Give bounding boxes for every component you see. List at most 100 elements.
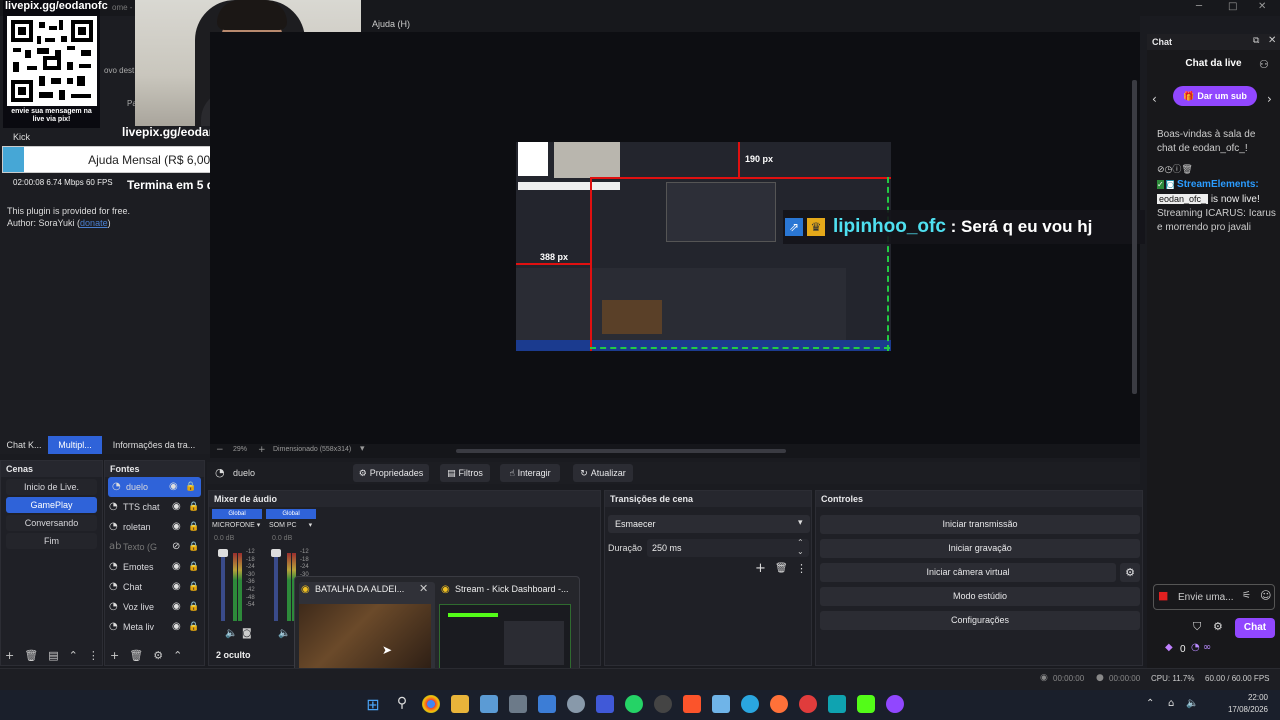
chat-send-button[interactable]: Chat [1235,618,1275,638]
close-icon[interactable]: ✕ [1258,1,1266,12]
mixer-slider-handle-2[interactable] [271,549,281,557]
vivaldi-icon[interactable] [799,695,817,713]
more-icon[interactable]: ⋮ [796,562,807,575]
chevron-left-icon[interactable]: ‹ [1152,92,1157,106]
mixer-slider-handle-1[interactable] [218,549,228,557]
float-icon[interactable]: ⧉ [1253,36,1259,46]
zoom-out-icon[interactable]: − [216,445,224,455]
filters-button[interactable]: ▤ Filtros [440,464,490,482]
kick-icon[interactable] [857,695,875,713]
interact-button[interactable]: ☝ Interagir [500,464,560,482]
edge-icon[interactable] [741,695,759,713]
visibility-eye-icon[interactable]: ◉ [169,477,185,497]
network-icon[interactable]: ⌂ [1168,698,1174,709]
lock-icon[interactable]: 🔒 [188,497,204,517]
preview-scrollbar[interactable] [456,449,786,453]
speaker-icon[interactable]: 🔈 [278,628,290,639]
tab-multiplataforma[interactable]: Multipl... [48,436,102,454]
start-streaming-button[interactable]: Iniciar transmissão [820,515,1140,534]
lock-icon[interactable]: 🔒 [188,537,204,557]
monitor-icon[interactable] [538,695,556,713]
lock-icon[interactable]: 🔒 [188,517,204,537]
visibility-eye-icon[interactable]: ◉ [172,577,188,597]
shield-icon[interactable]: ⛉ [1193,620,1201,634]
lock-icon[interactable]: 🔒 [188,577,204,597]
add-icon[interactable]: + [110,649,119,662]
preview-vscrollbar[interactable] [1132,80,1137,394]
source-item[interactable]: ◔ TTS chat ◉ 🔒 [105,497,204,517]
lock-icon[interactable]: 🔒 [188,557,204,577]
scene-item-active[interactable]: GamePlay [6,497,97,513]
users-icon[interactable]: ⚇ [1259,58,1269,71]
source-item[interactable]: ◔ Meta liv ◉ 🔒 [105,617,204,637]
scene-item[interactable]: Inicio de Live. [6,479,97,495]
visibility-eye-icon[interactable]: ◉ [172,557,188,577]
source-item[interactable]: ab Texto (G ⊘ 🔒 [105,537,204,557]
lock-icon[interactable]: 🔒 [188,617,204,637]
start-icon[interactable]: ⊞ [364,695,382,714]
more-icon[interactable]: ⋮ [88,649,99,662]
settings-button[interactable]: Configurações [820,611,1140,630]
transition-select[interactable]: Esmaecer ▾ [608,515,810,533]
zoom-in-icon[interactable]: + [258,445,266,455]
mixer-slider-2[interactable] [271,549,281,621]
virtual-camera-gear-icon[interactable]: ⚙ [1120,563,1140,582]
chevron-up-icon[interactable]: ⌃ [1146,698,1154,709]
mixer-channel-1[interactable]: MICROFONE ▾ [212,521,260,529]
visibility-eye-icon[interactable]: ◉ [172,517,188,537]
settings-icon[interactable] [567,695,585,713]
lock-icon[interactable]: 🔒 [188,597,204,617]
monitor-icon[interactable]: ◙ [242,628,252,639]
scene-item[interactable]: Fim [6,533,97,549]
close-icon[interactable]: ✕ [1268,35,1276,46]
preview-canvas[interactable]: 190 px 388 px [516,142,891,351]
start-virtual-camera-button[interactable]: Iniciar câmera virtual [820,563,1116,582]
chevron-up-icon[interactable]: ⌃ [173,649,182,662]
close-icon[interactable]: ✕ [419,582,428,595]
menu-help[interactable]: Ajuda (H) [372,19,410,29]
subscribe-button[interactable]: 🎁 Dar um sub [1173,86,1257,106]
emoji-icon[interactable]: ☺ [1260,589,1271,602]
whatsapp-icon[interactable] [625,695,643,713]
volume-icon[interactable]: 🔈 [1186,698,1198,709]
refresh-button[interactable]: ↻ Atualizar [573,464,633,482]
tab-chat-kick[interactable]: Chat K... [0,436,48,454]
source-item[interactable]: ◔ Chat ◉ 🔒 [105,577,204,597]
search-icon[interactable]: ⚲ [393,695,411,713]
scene-item[interactable]: Conversando [6,515,97,531]
source-item[interactable]: ◔ duelo ◉ 🔒 [108,477,201,497]
thumbnail-1[interactable]: ◉ BATALHA DA ALDEI... ✕ [299,582,435,674]
visibility-eye-icon[interactable]: ◉ [172,597,188,617]
chat-bot-name[interactable]: StreamElements: [1177,179,1259,190]
trash-icon[interactable]: 🗑 [775,563,788,574]
app-icon[interactable] [828,695,846,713]
source-item[interactable]: ◔ Voz live ◉ 🔒 [105,597,204,617]
photos-icon[interactable] [480,695,498,713]
chat-input[interactable]: ■ Envie uma... ⚟ ☺ [1153,584,1275,610]
visibility-eye-icon[interactable]: ⊘ [172,537,188,557]
lock-icon[interactable]: 🔒 [185,477,201,497]
stepper-up-icon[interactable]: ⌃ [797,538,804,547]
properties-button[interactable]: ⚙ Propriedades [353,464,429,482]
notepad-icon[interactable] [509,695,527,713]
chrome-icon[interactable] [422,695,440,713]
clock-date[interactable]: 17/08/2026 [1224,705,1268,714]
chevron-down-icon[interactable]: ▾ [360,444,365,454]
brave-icon[interactable] [683,695,701,713]
thumbnail-2[interactable]: ◉ Stream - Kick Dashboard -... [439,582,575,674]
obs-icon[interactable] [654,695,672,713]
studio-mode-button[interactable]: Modo estúdio [820,587,1140,606]
visibility-eye-icon[interactable]: ◉ [172,497,188,517]
add-icon[interactable]: + [755,561,766,576]
mixer-channel-2[interactable]: SOM PC ▾ [269,521,312,529]
source-item[interactable]: ◔ roletan ◉ 🔒 [105,517,204,537]
minimize-icon[interactable]: ─ [1196,1,1202,12]
mixer-hidden-count[interactable]: 2 oculto [216,650,251,660]
mixer-slider-1[interactable] [218,549,228,621]
firefox-icon[interactable] [770,695,788,713]
vscode-icon[interactable] [712,695,730,713]
teams-icon[interactable] [596,695,614,713]
trash-icon[interactable]: 🗑 [129,649,143,662]
twitch-icon[interactable] [886,695,904,713]
maximize-icon[interactable]: □ [1228,1,1237,12]
